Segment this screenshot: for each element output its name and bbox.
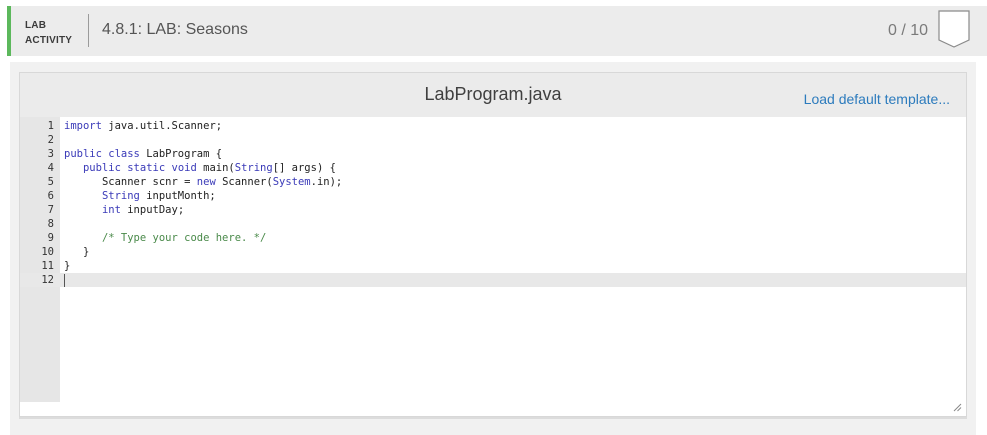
lab-content-panel: LabProgram.java Load default template...… [10,62,976,435]
line-number: 4 [47,162,54,174]
code-text: } [64,246,90,258]
line-number: 1 [47,120,54,132]
text-cursor [64,274,65,287]
code-line[interactable]: 12 [20,273,966,287]
code-line[interactable]: 5 Scanner scnr = new Scanner(System.in); [20,175,966,189]
lab-activity-tag: LAB ACTIVITY [25,18,72,48]
resize-handle-icon[interactable] [952,402,962,412]
line-number: 8 [47,218,54,230]
code-text: } [64,260,71,272]
editor-bottom-shadow [19,417,967,419]
code-text: public class LabProgram { [64,148,223,160]
score-display: 0 / 10 [887,22,928,39]
completion-badge-icon [938,10,970,48]
line-number: 2 [47,134,54,146]
line-number: 6 [47,190,54,202]
code-line[interactable]: 6 String inputMonth; [20,189,966,203]
line-number: 3 [47,148,54,160]
lab-activity-header: LAB ACTIVITY 4.8.1: LAB: Seasons 0 / 10 [7,6,987,56]
lab-tag-line1: LAB [25,20,47,31]
line-number: 11 [41,260,54,272]
code-text: Scanner scnr = new Scanner(System.in); [101,176,343,188]
line-number: 5 [47,176,54,188]
code-line[interactable]: 1 import java.util.Scanner; [20,119,966,133]
code-text: /* Type your code here. */ [101,232,267,244]
code-text-area[interactable]: 1 import java.util.Scanner; 2 3 public class… [20,117,966,402]
code-line[interactable]: 11} [20,259,966,273]
header-divider [88,14,89,47]
code-text: int inputDay; [101,204,185,216]
line-number: 9 [47,232,54,244]
code-text: public static void main(String[] args) { [82,162,336,174]
lab-tag-line2: ACTIVITY [25,35,73,46]
code-line[interactable]: 9 /* Type your code here. */ [20,231,966,245]
line-number: 10 [41,246,54,258]
lab-title: 4.8.1: LAB: Seasons [102,21,248,38]
line-number: 7 [47,204,54,216]
code-line[interactable]: 4 public static void main(String[] args)… [20,161,966,175]
editor-header: LabProgram.java Load default template... [20,73,966,117]
code-text: import java.util.Scanner; [64,120,223,132]
code-text: String inputMonth; [101,190,216,202]
code-line[interactable]: 8 [20,217,966,231]
line-number: 12 [41,274,54,286]
code-line[interactable]: 2 [20,133,966,147]
code-editor: LabProgram.java Load default template...… [19,72,967,417]
code-line[interactable]: 10 } [20,245,966,259]
code-line[interactable]: 3 public class LabProgram { [20,147,966,161]
load-default-template-link[interactable]: Load default template... [804,91,950,107]
code-line[interactable]: 7 int inputDay; [20,203,966,217]
